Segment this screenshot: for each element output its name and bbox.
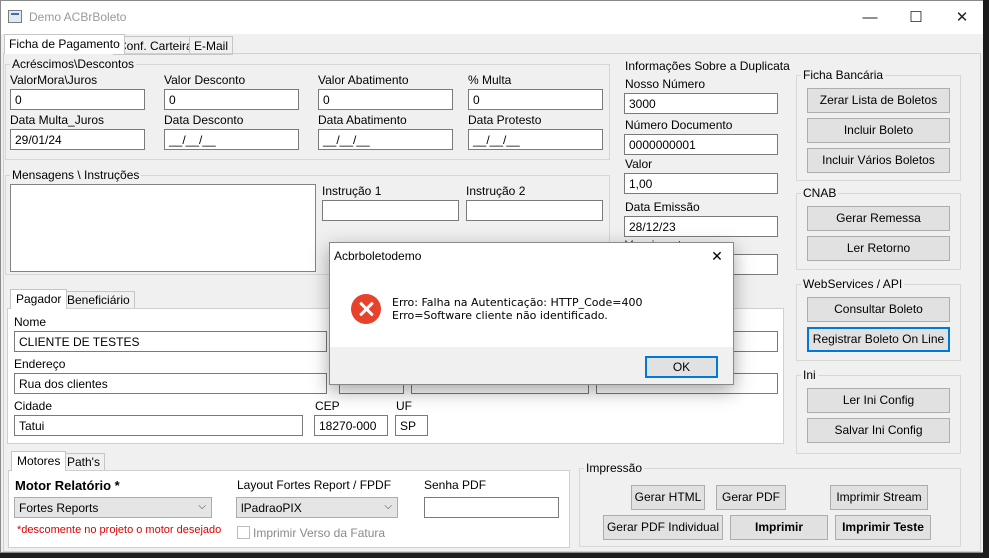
ini-label: Ini [801,368,818,382]
layout-value: lPadraoPIX [241,501,302,515]
endereco-label: Endereço [14,357,66,371]
senha-pdf-input[interactable] [424,497,559,518]
numero-documento-input[interactable]: 0000000001 [624,134,778,155]
valor-desconto-label: Valor Desconto [164,73,246,87]
dialog-footer: OK [330,347,733,384]
uf-input[interactable]: SP [395,415,428,436]
imprimir-verso-label: Imprimir Verso da Fatura [253,526,386,540]
instrucao1-label: Instrução 1 [322,184,382,198]
valor-desconto-input[interactable]: 0 [164,89,299,110]
imprimir-teste-button[interactable]: Imprimir Teste [835,515,931,540]
valor-abatimento-input[interactable]: 0 [318,89,453,110]
gerar-pdf-button[interactable]: Gerar PDF [716,485,786,510]
dialog-message: Erro: Falha na Autenticação: HTTP_Code=4… [392,296,643,322]
motor-relatorio-label: Motor Relatório * [15,478,120,493]
acrescimos-label: Acréscimos\Descontos [10,57,137,71]
nome-extra-input[interactable] [731,331,778,352]
tab-beneficiario[interactable]: Beneficiário [62,291,135,309]
impressao-label: Impressão [584,461,645,475]
cep-label: CEP [315,399,340,413]
uf-label: UF [396,399,412,413]
data-desconto-label: Data Desconto [164,113,244,127]
error-dialog: Acbrboletodemo ✕ Erro: Falha na Autentic… [329,242,734,385]
tab-motores[interactable]: Motores [11,451,67,471]
data-abatimento-label: Data Abatimento [318,113,407,127]
ficha-bancaria-label: Ficha Bancária [801,68,886,82]
incluir-varios-boletos-button[interactable]: Incluir Vários Boletos [807,148,950,173]
window-title: Demo ACBrBoleto [29,10,127,24]
ler-ini-config-button[interactable]: Ler Ini Config [807,388,950,413]
instrucao2-input[interactable] [466,200,603,221]
senha-pdf-label: Senha PDF [424,478,487,492]
cidade-input[interactable]: Tatui [14,415,303,436]
dialog-title: Acbrboletodemo [334,249,422,263]
tab-ficha-pagamento[interactable]: Ficha de Pagamento [4,34,125,54]
imprimir-button[interactable]: Imprimir [730,515,828,540]
app-icon [8,10,22,23]
ler-retorno-button[interactable]: Ler Retorno [807,236,950,261]
gerar-remessa-button[interactable]: Gerar Remessa [807,206,950,231]
instrucao2-label: Instrução 2 [466,184,526,198]
dialog-close-button[interactable]: ✕ [701,245,733,267]
zerar-lista-button[interactable]: Zerar Lista de Boletos [807,88,950,113]
gerar-html-button[interactable]: Gerar HTML [631,485,705,510]
valor-input[interactable]: 1,00 [624,173,778,194]
data-emissao-label: Data Emissão [625,200,700,214]
imprimir-stream-button[interactable]: Imprimir Stream [830,485,928,510]
cnab-label: CNAB [801,186,839,200]
data-desconto-input[interactable]: __/__/__ [164,129,299,150]
chevron-down-icon: ⌵ [198,501,206,512]
error-icon [351,294,381,324]
motor-relatorio-value: Fortes Reports [19,501,99,515]
layout-select[interactable]: lPadraoPIX ⌵ [236,497,398,518]
tab-pagador[interactable]: Pagador [10,289,68,309]
data-abatimento-input[interactable]: __/__/__ [318,129,453,150]
registrar-boleto-online-button[interactable]: Registrar Boleto On Line [807,327,950,352]
valor-label: Valor [625,157,653,171]
chevron-down-icon: ⌵ [384,501,392,512]
nosso-numero-label: Nosso Número [625,77,706,91]
cep-input[interactable]: 18270-000 [314,415,388,436]
nome-label: Nome [14,315,47,329]
data-emissao-input[interactable]: 28/12/23 [624,216,778,237]
mensagens-textarea[interactable] [10,184,316,272]
valor-abatimento-label: Valor Abatimento [318,73,409,87]
maximize-button[interactable]: ☐ [893,1,939,34]
mora-juros-label: ValorMora\Juros [10,73,98,87]
data-multa-label: Data Multa_Juros [10,113,105,127]
minimize-button[interactable]: — [847,1,893,34]
ok-button[interactable]: OK [645,356,718,378]
webservices-label: WebServices / API [801,277,905,291]
tab-paths[interactable]: Path's [62,453,105,471]
multa-label: % Multa [468,73,512,87]
cidade-label: Cidade [14,399,53,413]
motor-relatorio-select[interactable]: Fortes Reports ⌵ [14,497,212,518]
endereco-input[interactable]: Rua dos clientes [14,373,327,394]
multa-input[interactable]: 0 [468,89,603,110]
title-bar: Demo ACBrBoleto — ☐ ✕ [1,1,983,34]
imprimir-verso-checkbox[interactable] [237,526,250,539]
gerar-pdf-individual-button[interactable]: Gerar PDF Individual [603,515,723,540]
nome-input[interactable]: CLIENTE DE TESTES [14,331,327,352]
mora-juros-input[interactable]: 0 [10,89,145,110]
nosso-numero-input[interactable]: 3000 [624,93,778,114]
instrucao1-input[interactable] [322,200,459,221]
layout-label: Layout Fortes Report / FPDF [237,478,392,492]
mensagens-label: Mensagens \ Instruções [10,168,142,182]
background-edge [983,0,989,558]
consultar-boleto-button[interactable]: Consultar Boleto [807,297,950,322]
salvar-ini-config-button[interactable]: Salvar Ini Config [807,418,950,443]
incluir-boleto-button[interactable]: Incluir Boleto [807,118,950,143]
close-button[interactable]: ✕ [939,1,983,34]
data-multa-input[interactable]: 29/01/24 [10,129,145,150]
motor-hint: *descomente no projeto o motor desejado [17,524,222,536]
data-protesto-input[interactable]: __/__/__ [468,129,603,150]
numero-documento-label: Número Documento [625,118,733,132]
main-window: Demo ACBrBoleto — ☐ ✕ Ficha de Pagamento… [0,0,984,553]
data-protesto-label: Data Protesto [468,113,542,127]
duplicata-label: Informações Sobre a Duplicata [623,59,792,73]
